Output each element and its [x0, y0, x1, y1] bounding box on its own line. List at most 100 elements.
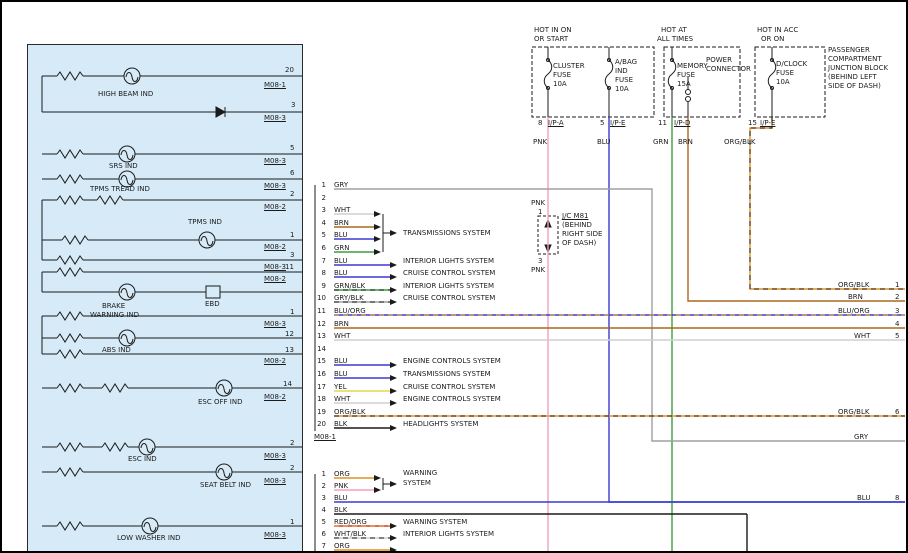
wire-color-label: WHT [334, 332, 350, 340]
connector-ref-link[interactable]: M08-3 [264, 452, 286, 460]
wire-color-label: ORG/BLK [724, 138, 755, 146]
hot-label: ALL TIMES [657, 35, 693, 43]
connector-ref-link[interactable]: M08-3 [264, 182, 286, 190]
ebd-label: EBD [205, 300, 220, 308]
wire-color-label: BLU [334, 269, 347, 277]
connector-ref-link[interactable]: M08-2 [264, 275, 286, 283]
wire-color-label: WHT [334, 395, 350, 403]
fuse-icon [544, 47, 552, 117]
wire-color-label: WHT [334, 206, 350, 214]
jc-location-label: OF DASH) [562, 239, 596, 247]
panel-circuits [42, 68, 302, 534]
pin-number: 7 [308, 542, 326, 550]
hot-label: HOT IN ON [534, 26, 572, 34]
connector-ref-link[interactable]: M08-3 [264, 157, 286, 165]
diode-icon [216, 107, 225, 117]
pin-number: 3 [290, 251, 294, 259]
indicator-label: HIGH BEAM IND [98, 90, 153, 98]
connector-ref-link[interactable]: M08-3 [264, 320, 286, 328]
pin-number: 20 [285, 66, 294, 74]
fuse-label: MEMORY [677, 62, 708, 70]
wire-color-label: PNK [531, 266, 545, 274]
pin-number: 15 [308, 357, 326, 365]
indicator-label: BRAKE [102, 302, 125, 310]
pin-number: 8 [538, 119, 542, 127]
fuse-label: 15A [677, 80, 691, 88]
wire-color-label: ORG/BLK [838, 408, 869, 416]
pin-number: 13 [308, 332, 326, 340]
connector-ref-link[interactable]: M08-3 [264, 531, 286, 539]
pin-number: 4 [308, 506, 326, 514]
pin-number: 6 [308, 244, 326, 252]
pin-number: 2 [895, 293, 899, 301]
connector-ref-link[interactable]: M08-2 [264, 357, 286, 365]
pin-number: 3 [308, 206, 326, 214]
connector-ref-link[interactable]: M08-3 [264, 114, 286, 122]
junction-block-label: (BEHIND LEFT [828, 73, 877, 81]
pin-number: 4 [308, 219, 326, 227]
pin-number: 1 [895, 281, 899, 289]
connector-ref-link[interactable]: M08-2 [264, 393, 286, 401]
connector-ref-link[interactable]: I/P-A [548, 119, 564, 127]
wire-color-label: BLK [334, 506, 347, 514]
connector-ref-link[interactable]: M08-2 [264, 243, 286, 251]
system-label: INTERIOR LIGHTS SYSTEM [403, 530, 494, 538]
system-label: INTERIOR LIGHTS SYSTEM [403, 257, 494, 265]
pin-number: 2 [290, 464, 294, 472]
indicator-label: SEAT BELT IND [200, 481, 251, 489]
pin-number: 11 [308, 307, 326, 315]
connector-ref-link[interactable]: I/P-E [610, 119, 625, 127]
fuse-icon [668, 47, 676, 117]
pin-number: 7 [308, 257, 326, 265]
fuse-label: 10A [615, 85, 629, 93]
connector-ref-link[interactable]: I/P-E [760, 119, 775, 127]
connector-ref-link[interactable]: M08-3 [264, 263, 286, 271]
system-label: WARNING [403, 469, 437, 477]
pin-number: 14 [308, 345, 326, 353]
wire-color-label: GRN [653, 138, 669, 146]
orgblk-wire [750, 117, 905, 289]
pin-number: 20 [308, 420, 326, 428]
system-label: CRUISE CONTROL SYSTEM [403, 269, 495, 277]
connector-ref-link[interactable]: I/P-D [674, 119, 690, 127]
wire-color-label: ORG [334, 470, 350, 478]
fuse-label: IND [615, 67, 628, 75]
system-label: TRANSMISSIONS SYSTEM [403, 370, 491, 378]
pin-number: 8 [308, 269, 326, 277]
indicator-label: SRS IND [109, 162, 138, 170]
wire-color-label: BLU [334, 370, 347, 378]
wire-color-label: BRN [334, 219, 349, 227]
wire-color-label: PNK [531, 199, 545, 207]
ebd-box [206, 286, 220, 298]
wire-color-label: BRN [848, 293, 863, 301]
wire-color-label: BLU [334, 494, 347, 502]
wire-color-label: BRN [334, 320, 349, 328]
bracket-lines [383, 214, 390, 490]
wire-color-label: BLU [857, 494, 870, 502]
connector-ref-link[interactable]: M08-2 [264, 203, 286, 211]
power-connector-label: POWER [706, 56, 732, 64]
connector-ref-link[interactable]: M08-3 [264, 477, 286, 485]
connector-ref-link[interactable]: M08-1 [314, 433, 336, 441]
connector-ref-link[interactable]: M08-1 [264, 81, 286, 89]
system-label: SYSTEM [403, 479, 431, 487]
pin-number: 5 [600, 119, 604, 127]
hot-label: OR ON [761, 35, 784, 43]
junction-block-label: SIDE OF DASH) [828, 82, 881, 90]
system-label: ENGINE CONTROLS SYSTEM [403, 357, 501, 365]
wires-colored [334, 117, 905, 553]
pin-number: 8 [895, 494, 899, 502]
fuse-label: FUSE [615, 76, 633, 84]
hot-label: HOT AT [661, 26, 687, 34]
wire-color-label: GRY [854, 433, 868, 441]
system-label: CRUISE CONTROL SYSTEM [403, 294, 495, 302]
wire-color-label: ORG/BLK [838, 281, 869, 289]
wire-color-label: RED/ORG [334, 518, 367, 526]
wiring-diagram-stage: HOT IN ON OR START HOT AT ALL TIMES HOT … [0, 0, 908, 553]
fuse-label: FUSE [776, 69, 794, 77]
pin-number: 3 [895, 307, 899, 315]
pin-number: 1 [308, 181, 326, 189]
jc-ref-link[interactable]: J/C M81 [562, 212, 588, 220]
wire-color-label: GRN [334, 244, 350, 252]
pin-number: 12 [308, 320, 326, 328]
